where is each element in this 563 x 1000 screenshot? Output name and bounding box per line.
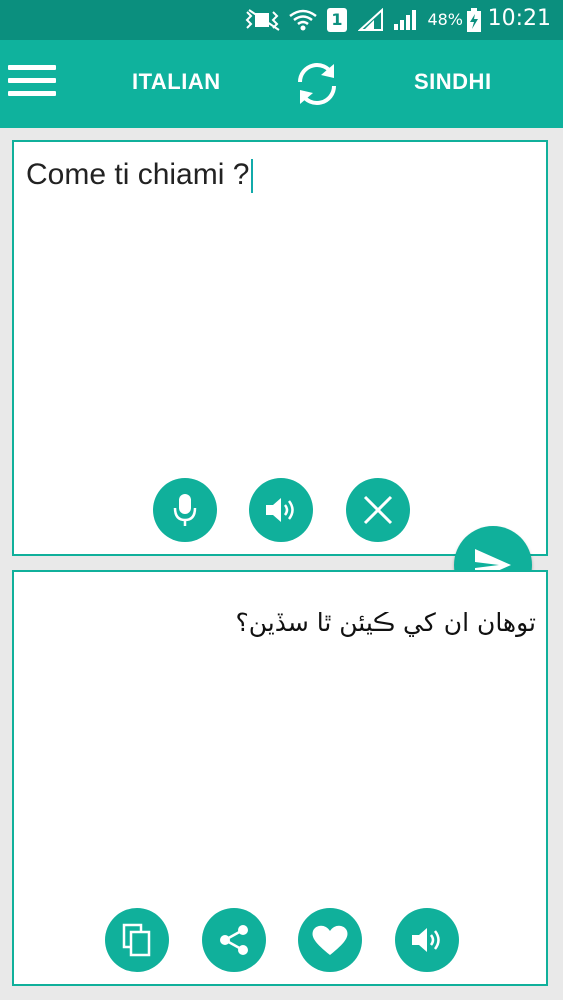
signal-icon (358, 8, 383, 31)
hamburger-icon-line (8, 91, 56, 96)
menu-button[interactable] (8, 65, 56, 101)
microphone-icon (173, 494, 197, 526)
battery-charging-icon (467, 8, 481, 32)
hamburger-icon-line (8, 65, 56, 70)
microphone-button[interactable] (153, 478, 217, 542)
translated-text: توهان ان کي ڪيئن ٿا سڏين؟ (235, 608, 536, 637)
heart-icon (312, 925, 348, 955)
hamburger-icon-line (8, 78, 56, 83)
battery-percent: 48% (427, 10, 463, 29)
copy-icon (122, 923, 151, 957)
input-text: Come ti chiami ? (26, 158, 250, 191)
speaker-icon (266, 498, 294, 522)
speaker-icon (412, 928, 440, 952)
app-bar: ITALIAN SINDHI (0, 40, 563, 128)
speak-output-button[interactable] (395, 908, 459, 972)
wifi-icon (289, 9, 317, 31)
status-time: 10:21 (487, 6, 551, 31)
swap-languages-icon[interactable] (290, 60, 344, 108)
input-text-field[interactable]: Come ti chiami ? (26, 158, 254, 194)
clear-icon (363, 495, 393, 525)
input-panel[interactable]: Come ti chiami ? (12, 140, 548, 556)
output-panel: توهان ان کي ڪيئن ٿا سڏين؟ (12, 570, 548, 986)
speak-input-button[interactable] (249, 478, 313, 542)
favorite-button[interactable] (298, 908, 362, 972)
signal-icon-2 (394, 10, 416, 30)
copy-button[interactable] (105, 908, 169, 972)
clear-input-button[interactable] (346, 478, 410, 542)
target-language-button[interactable]: SINDHI (414, 69, 492, 95)
vibrate-mute-icon (245, 9, 280, 31)
share-icon (220, 925, 248, 955)
share-button[interactable] (202, 908, 266, 972)
text-caret (251, 159, 254, 194)
status-bar: 1 48% 10:21 (0, 0, 563, 40)
sim-slot-badge: 1 (327, 8, 347, 32)
source-language-button[interactable]: ITALIAN (132, 69, 221, 95)
